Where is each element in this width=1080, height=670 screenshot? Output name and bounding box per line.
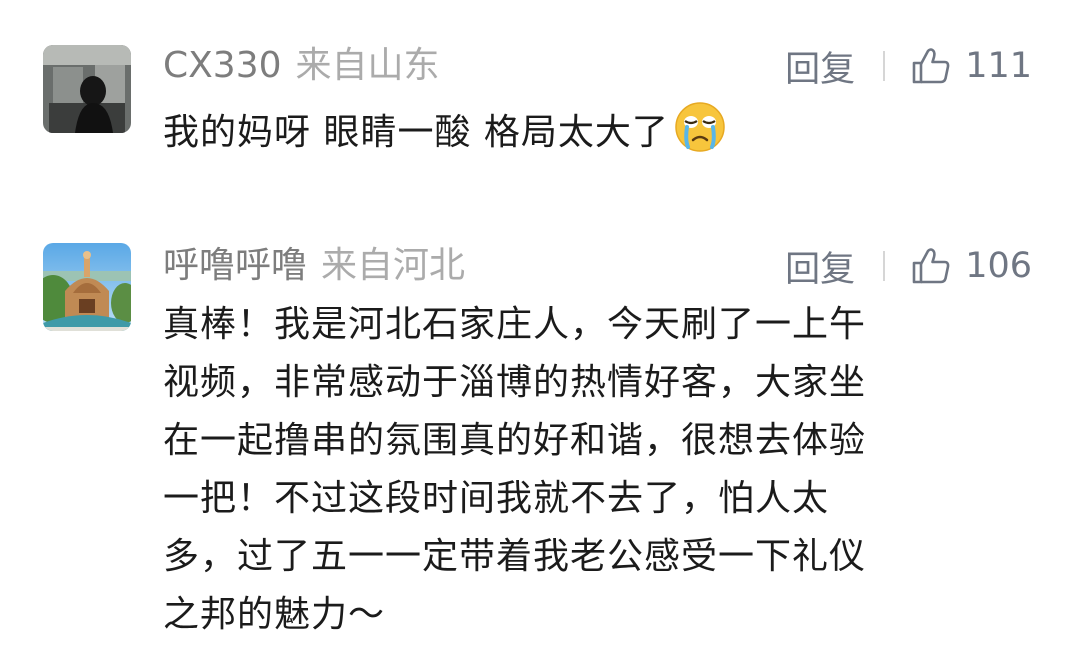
comment-header: 呼噜呼噜 来自河北 [163, 242, 465, 290]
comment-line: 之邦的魅力～ [163, 594, 386, 635]
comment-line: 在一起撸串的氛围真的好和谐，很想去体验 [163, 420, 867, 461]
comment-actions: 回复 111 [785, 42, 1032, 90]
avatar[interactable] [43, 243, 131, 331]
comment-actions: 回复 106 [785, 242, 1032, 290]
comment-header: CX330 来自山东 [163, 42, 440, 90]
avatar[interactable] [43, 45, 131, 133]
avatar-photo [43, 45, 131, 133]
action-divider [883, 51, 886, 81]
like-count: 106 [965, 246, 1032, 286]
like-count: 111 [965, 46, 1032, 86]
comment-line: 多，过了五一一定带着我老公感受一下礼仪 [163, 536, 867, 577]
comment-line: 我的妈呀 眼睛一酸 格局太大了 [163, 112, 669, 153]
like-button[interactable]: 111 [911, 46, 1032, 86]
location-label: 来自河北 [321, 245, 466, 286]
comment-item: CX330 来自山东 回复 111 我的妈呀 眼睛一酸 格局太大了 [0, 0, 1080, 200]
comment-text: 我的妈呀 眼睛一酸 格局太大了 [163, 100, 1023, 172]
comment-text: 真棒！我是河北石家庄人，今天刷了一上午 视频，非常感动于淄博的热情好客，大家坐 … [163, 296, 1023, 644]
reply-button[interactable]: 回复 [785, 41, 855, 92]
comment-line: 视频，非常感动于淄博的热情好客，大家坐 [163, 362, 867, 403]
action-divider [883, 251, 886, 281]
username[interactable]: CX330 [163, 45, 282, 86]
reply-button[interactable]: 回复 [785, 241, 855, 292]
avatar-photo [43, 243, 131, 331]
like-button[interactable]: 106 [911, 246, 1032, 286]
thumbs-up-icon [912, 48, 950, 84]
username[interactable]: 呼噜呼噜 [163, 245, 307, 286]
thumbs-up-icon [912, 248, 950, 284]
location-label: 来自山东 [295, 45, 440, 86]
comment-line: 真棒！我是河北石家庄人，今天刷了一上午 [163, 304, 867, 345]
crying-face-icon [673, 100, 727, 172]
comment-line: 一把！不过这段时间我就不去了，怕人太 [163, 478, 830, 519]
comment-item: 呼噜呼噜 来自河北 回复 106 真棒！我是河北石家庄人，今天刷了一上午 视频，非… [0, 200, 1080, 670]
